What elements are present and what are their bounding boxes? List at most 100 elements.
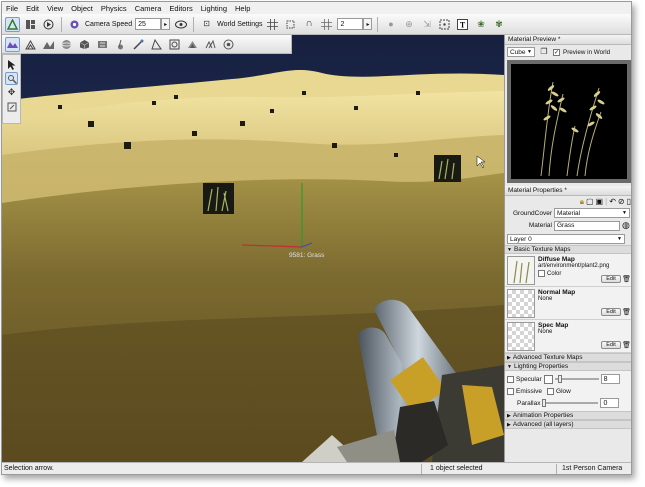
camera-speed-input[interactable]: 25 (135, 18, 162, 30)
world-settings-icon[interactable]: ⊡ (199, 17, 214, 32)
toolbar-separator (377, 16, 379, 32)
normal-map-thumbnail[interactable] (507, 289, 535, 318)
particle-editor-icon[interactable] (221, 37, 236, 52)
toolbar-separator (193, 16, 195, 32)
advanced-all-layers-section[interactable]: ▶ Advanced (all layers) (505, 420, 631, 429)
cube-icon[interactable] (77, 37, 92, 52)
camera-mode-icon[interactable] (67, 17, 82, 32)
terrain-sculpt-icon[interactable] (23, 37, 38, 52)
spec-edit-button[interactable]: Edit (601, 341, 621, 349)
move-gizmo-icon[interactable] (5, 72, 18, 85)
diffuse-edit-button[interactable]: Edit (601, 275, 621, 283)
menu-help[interactable]: Help (235, 4, 250, 13)
material-name-field[interactable]: Grass (554, 220, 620, 231)
lighting-properties-section[interactable]: ▼ Lighting Properties (505, 362, 631, 371)
menu-object[interactable]: Object (71, 4, 93, 13)
world-editor-icon[interactable] (5, 16, 20, 32)
basic-texture-maps-section[interactable]: ▼ Basic Texture Maps (505, 245, 631, 254)
chevron-down-icon: ▼ (617, 236, 622, 242)
terrain-paint-icon[interactable] (41, 37, 56, 52)
decal-road-icon[interactable] (149, 37, 164, 52)
scene-viewport[interactable]: 9581: Grass (2, 35, 504, 462)
forest-editor-icon[interactable]: ❀ (473, 17, 488, 32)
decal-editor-icon[interactable]: ✾ (491, 17, 506, 32)
grid-snap-icon[interactable] (265, 17, 280, 32)
layer-select[interactable]: Layer 0 ▼ (507, 234, 625, 244)
mission-area-icon[interactable] (185, 37, 200, 52)
trash-icon[interactable]: 🗑︎ (622, 341, 631, 349)
specular-value-input[interactable]: 8 (600, 374, 620, 384)
camera-speed-arrow-icon[interactable]: ▸ (161, 18, 171, 30)
road-editor-icon[interactable] (95, 37, 110, 52)
menu-view[interactable]: View (47, 4, 63, 13)
emissive-checkbox[interactable] (507, 387, 514, 395)
normal-edit-button[interactable]: Edit (601, 308, 621, 316)
bounding-box-icon[interactable] (283, 17, 298, 32)
snap-to-object-icon[interactable] (437, 17, 452, 32)
preview-in-world-checkbox[interactable]: ✓ (553, 48, 560, 56)
trash-icon[interactable]: 🗑︎ (622, 308, 631, 316)
menu-edit[interactable]: Edit (26, 4, 39, 13)
specular-label: Specular (516, 375, 542, 383)
spec-map-info: Spec Map None Edit 🗑︎ (538, 322, 631, 350)
new-material-icon[interactable]: ▢ (586, 197, 594, 206)
menu-camera[interactable]: Camera (135, 4, 162, 13)
menu-physics[interactable]: Physics (101, 4, 127, 13)
specular-checkbox[interactable] (507, 375, 514, 383)
menu-file[interactable]: File (6, 4, 18, 13)
status-selection-text: 1 object selected (430, 465, 483, 472)
slider-thumb[interactable] (557, 375, 562, 383)
shape-editor-icon[interactable] (167, 37, 182, 52)
revert-icon[interactable]: ↶ (609, 197, 616, 206)
parallax-slider[interactable] (542, 399, 599, 407)
scale-gizmo-icon[interactable] (5, 100, 18, 113)
mesh-road-icon[interactable] (113, 37, 128, 52)
gui-editor-icon[interactable] (23, 17, 38, 32)
grid-size-arrow-icon[interactable]: ▸ (363, 18, 373, 30)
specular-color-swatch[interactable] (543, 374, 553, 384)
sphere-icon[interactable] (59, 37, 74, 52)
river-editor-icon[interactable] (131, 37, 146, 52)
world-settings-label[interactable]: World Settings (217, 21, 262, 28)
specular-slider[interactable] (554, 375, 599, 383)
navmesh-icon[interactable] (203, 37, 218, 52)
preview-options-icon[interactable]: ❐ (538, 46, 550, 58)
visibility-eye-icon[interactable] (173, 17, 188, 32)
save-icon[interactable]: ▣ (596, 197, 604, 206)
grid-size-icon[interactable] (319, 17, 334, 32)
drop-at-icon[interactable]: ⇲ (419, 17, 434, 32)
spec-map-thumbnail[interactable] (507, 322, 535, 351)
diffuse-color-label: Color (547, 270, 562, 277)
trash-icon[interactable]: 🗑︎ (622, 275, 631, 283)
animation-properties-section[interactable]: ▶ Animation Properties (505, 411, 631, 420)
diffuse-color-checkbox[interactable] (538, 270, 545, 277)
material-preview-image[interactable] (511, 64, 627, 179)
groundcover-select[interactable]: Material ▼ (554, 208, 630, 218)
move-center-icon[interactable]: ⊕ (401, 17, 416, 32)
glow-checkbox[interactable] (547, 387, 555, 395)
menu-editors[interactable]: Editors (169, 4, 192, 13)
grass-texture-preview (540, 81, 605, 177)
object-render-icon[interactable]: ● (383, 17, 398, 32)
grid-size-input[interactable]: 2 (337, 18, 364, 30)
magnet-snap-icon[interactable]: ∩ (301, 17, 316, 32)
material-preview-header: Material Preview * (505, 35, 631, 45)
parallax-value-input[interactable]: 0 (600, 398, 620, 408)
diffuse-map-thumbnail[interactable] (507, 256, 535, 285)
lock-icon[interactable]: 🔒︎ (580, 197, 584, 206)
play-game-icon[interactable] (41, 17, 56, 32)
clear-icon[interactable]: ⊘ (618, 197, 625, 206)
menu-lighting[interactable]: Lighting (201, 4, 227, 13)
preview-shape-select[interactable]: Cube ▼ (507, 47, 535, 57)
chevron-down-icon: ▼ (507, 246, 512, 253)
groundcover-value: Material (557, 209, 581, 217)
advanced-texture-maps-section[interactable]: ▶ Advanced Texture Maps (505, 353, 631, 362)
rotate-gizmo-icon[interactable]: ✥ (5, 86, 18, 99)
select-arrow-icon[interactable] (5, 58, 18, 71)
layer-value: Layer 0 (510, 235, 532, 243)
material-browse-icon[interactable]: ◍ (622, 220, 630, 231)
terrain-editor-icon[interactable] (5, 36, 20, 52)
text-tool-icon[interactable]: T (455, 17, 470, 32)
delete-icon[interactable]: ▯ (627, 197, 631, 206)
slider-thumb[interactable] (542, 399, 547, 407)
